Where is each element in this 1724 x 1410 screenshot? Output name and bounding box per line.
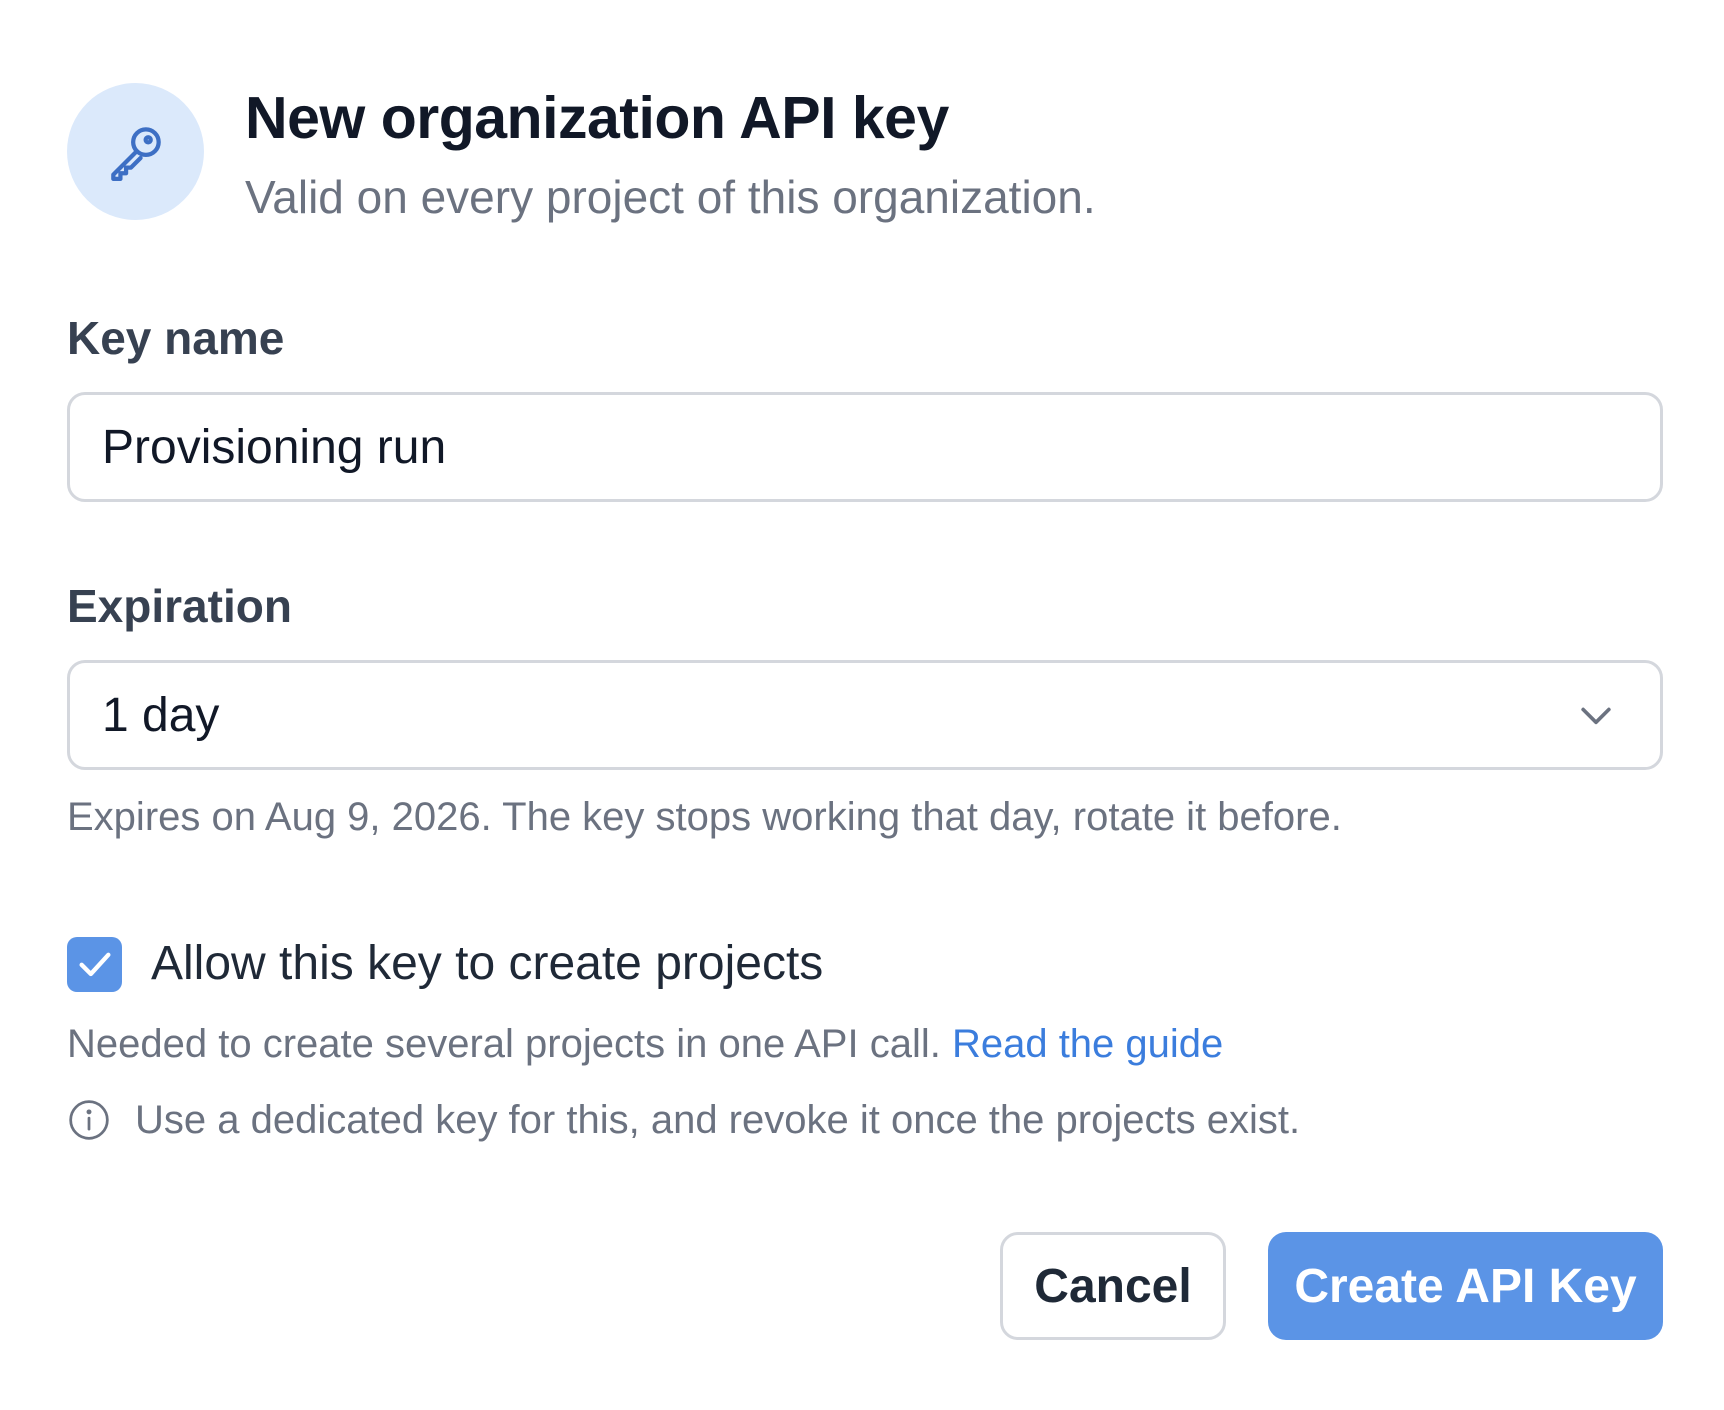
key-name-label: Key name [67, 312, 285, 364]
info-icon [67, 1098, 111, 1142]
api-key-dialog: New organization API key Valid on every … [0, 0, 1724, 1410]
create-projects-help: Needed to create several projects in one… [67, 1018, 1223, 1070]
read-guide-link[interactable]: Read the guide [952, 1022, 1223, 1066]
dialog-subtitle: Valid on every project of this organizat… [245, 171, 1096, 223]
create-projects-checkbox[interactable] [67, 936, 122, 992]
chevron-down-icon [1574, 693, 1618, 737]
check-icon [79, 952, 111, 977]
key-name-input[interactable] [67, 392, 1663, 502]
create-projects-help-text: Needed to create several projects in one… [67, 1022, 941, 1066]
create-projects-option[interactable]: Allow this key to create projects [67, 934, 823, 994]
key-badge [67, 83, 204, 220]
dialog-header: New organization API key Valid on every … [67, 83, 1657, 223]
dedicated-key-note: Use a dedicated key for this, and revoke… [67, 1094, 1300, 1146]
dialog-title: New organization API key [245, 85, 949, 151]
expiration-label: Expiration [67, 580, 292, 632]
expiration-help-text: Expires on Aug 9, 2026. The key stops wo… [67, 795, 1342, 839]
dedicated-key-note-text: Use a dedicated key for this, and revoke… [135, 1098, 1301, 1142]
expiration-selected-value: 1 day [102, 688, 220, 742]
cancel-button[interactable]: Cancel [1000, 1232, 1226, 1340]
expiration-select[interactable]: 1 day [67, 660, 1663, 770]
create-projects-label: Allow this key to create projects [151, 937, 824, 990]
key-icon [110, 126, 161, 181]
create-api-key-button[interactable]: Create API Key [1268, 1232, 1663, 1340]
